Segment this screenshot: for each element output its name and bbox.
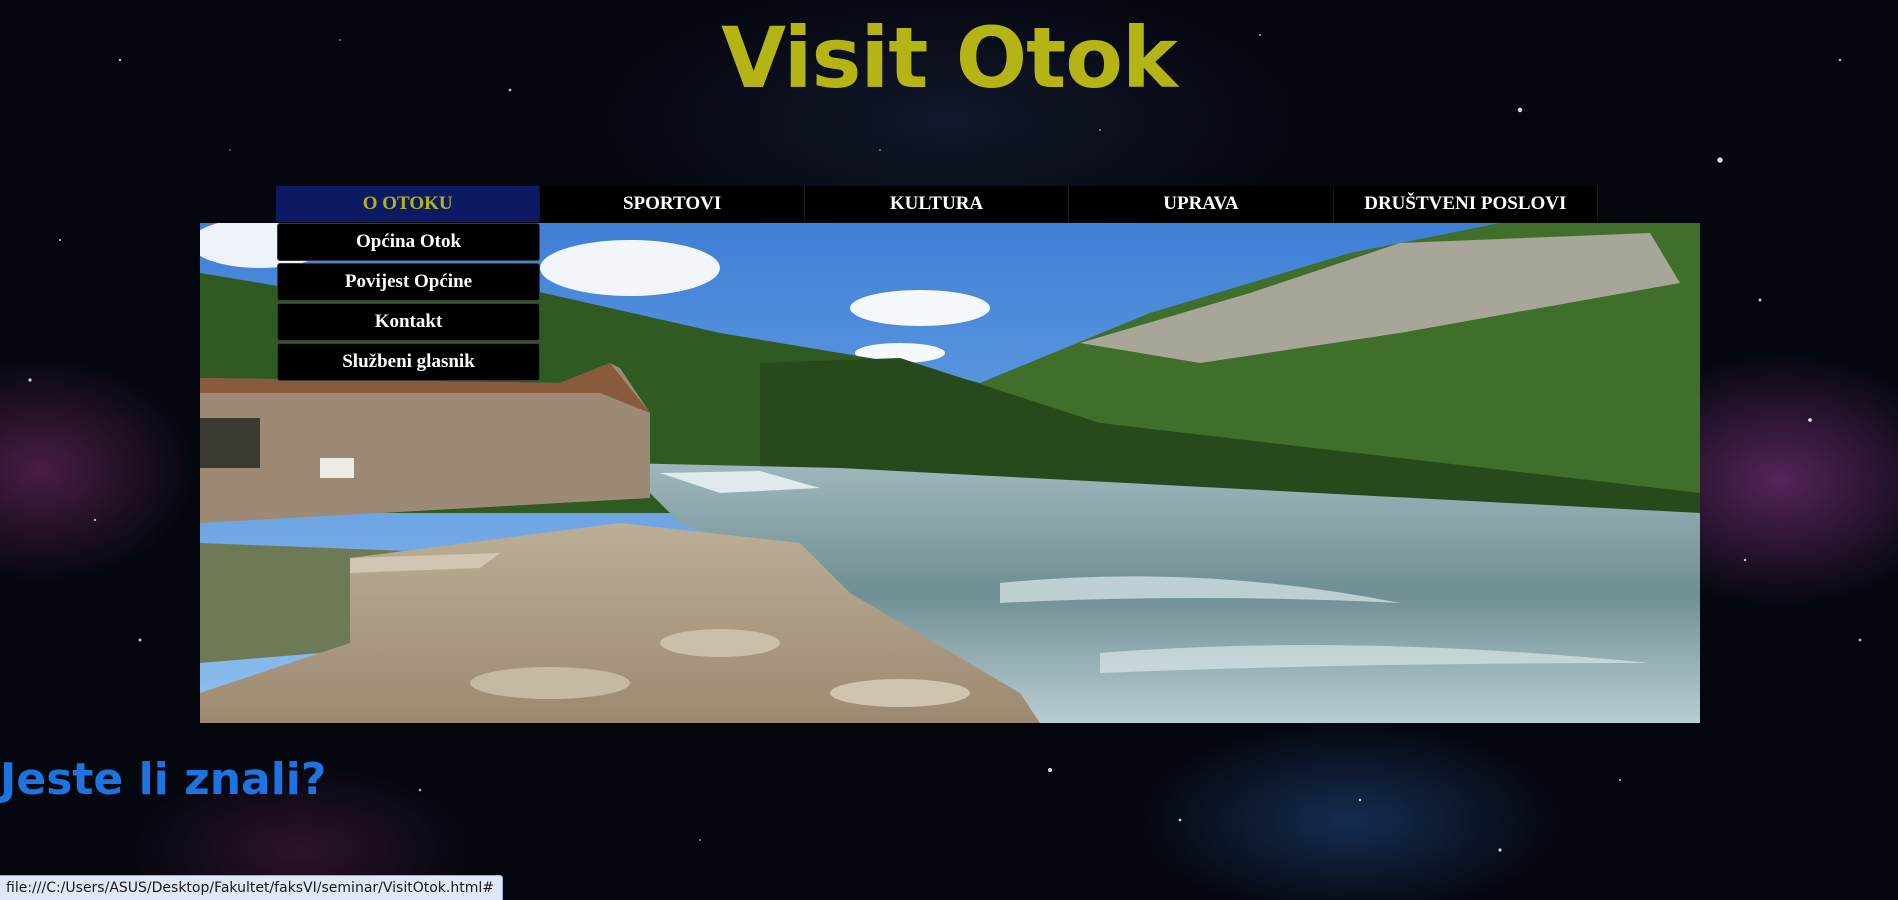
- dropdown-item-povijest-opcine[interactable]: Povijest Općine: [277, 263, 540, 301]
- dropdown-item-opcina-otok[interactable]: Općina Otok: [277, 223, 540, 261]
- nav-item-sportovi[interactable]: SPORTOVI: [540, 186, 805, 222]
- dropdown-item-sluzbeni-glasnik[interactable]: Službeni glasnik: [277, 343, 540, 381]
- status-bar-url: file:///C:/Users/ASUS/Desktop/Fakultet/f…: [6, 880, 494, 896]
- main-navigation: O OTOKU SPORTOVI KULTURA UPRAVA DRUŠTVEN…: [276, 186, 1599, 222]
- nav-item-kultura[interactable]: KULTURA: [804, 186, 1070, 222]
- nav-item-drustveni-poslovi[interactable]: DRUŠTVENI POSLOVI: [1333, 186, 1599, 222]
- browser-status-bar: file:///C:/Users/ASUS/Desktop/Fakultet/f…: [0, 875, 503, 900]
- site-title: Visit Otok: [721, 9, 1178, 107]
- dropdown-item-kontakt[interactable]: Kontakt: [277, 303, 540, 341]
- did-you-know-heading: Jeste li znali?: [0, 754, 327, 805]
- o-otoku-dropdown-menu: Općina Otok Povijest Općine Kontakt Služ…: [277, 223, 540, 383]
- nav-item-o-otoku[interactable]: O OTOKU: [276, 186, 541, 222]
- nav-item-uprava[interactable]: UPRAVA: [1069, 186, 1334, 222]
